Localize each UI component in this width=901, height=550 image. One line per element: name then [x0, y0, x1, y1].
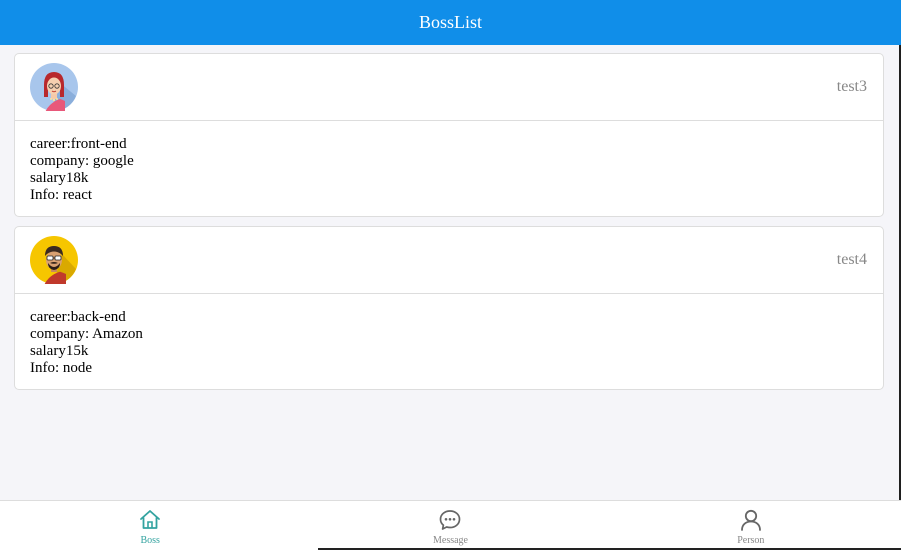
navbar: BossList: [0, 0, 901, 45]
tab-person[interactable]: Person: [601, 501, 901, 550]
card-body: career:back-end company: Amazon salary15…: [15, 294, 883, 377]
man-avatar-icon: [30, 236, 78, 284]
career-text: career:back-end: [30, 309, 126, 325]
info-text: Info: react: [30, 187, 93, 203]
person-icon: [740, 509, 761, 531]
card-header: test3: [15, 54, 883, 121]
woman-avatar-icon: [30, 63, 78, 111]
boss-name: test3: [836, 78, 867, 95]
boss-card[interactable]: test3 career:front-end company: google s…: [14, 53, 884, 217]
card-body: career:front-end company: google salary1…: [15, 121, 883, 204]
home-icon: [140, 510, 161, 529]
card-header: test4: [15, 227, 883, 294]
career-text: career:front-end: [30, 136, 127, 152]
info-text: Info: node: [30, 360, 93, 376]
company-text: company: google: [30, 153, 134, 169]
company-text: company: Amazon: [30, 326, 143, 342]
tab-label: Person: [737, 535, 765, 546]
salary-text: salary15k: [30, 343, 89, 359]
tab-message[interactable]: Message: [300, 501, 600, 550]
tab-boss[interactable]: Boss: [0, 501, 300, 550]
page-title: BossList: [418, 12, 483, 32]
salary-text: salary18k: [30, 170, 89, 186]
chat-bubble-icon: [440, 510, 461, 530]
boss-card[interactable]: test4 career:back-end company: Amazon sa…: [14, 226, 884, 390]
tab-label: Message: [432, 535, 468, 546]
tab-label: Boss: [140, 535, 160, 546]
tab-bar: Boss Message Person: [0, 500, 901, 550]
boss-name: test4: [836, 251, 867, 268]
